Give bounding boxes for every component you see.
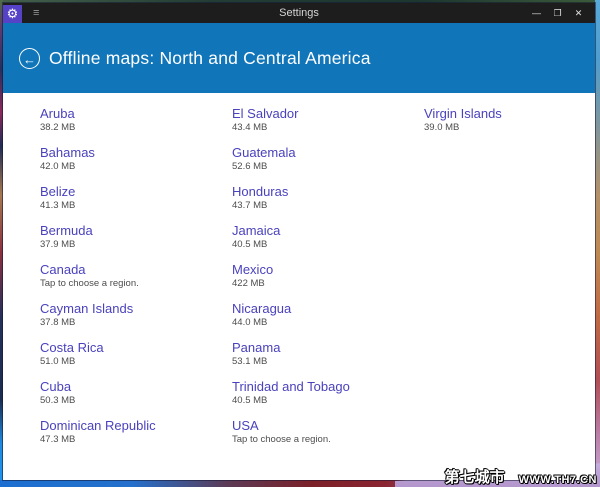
region-name[interactable]: Aruba [40,105,232,122]
desktop-wallpaper-right [595,0,600,487]
map-region-item[interactable]: Panama 53.1 MB [232,339,424,368]
region-size: 52.6 MB [232,161,268,172]
map-region-item[interactable]: Bermuda 37.9 MB [40,222,232,251]
region-size: 38.2 MB [40,122,76,133]
map-region-item[interactable]: Belize 41.3 MB [40,183,232,212]
map-region-item[interactable]: Mexico 422 MB [232,261,424,290]
region-name[interactable]: Honduras [232,183,424,200]
minimize-button[interactable]: — [526,3,547,23]
region-name[interactable]: Nicaragua [232,300,424,317]
region-size: Tap to choose a region. [232,434,331,445]
map-region-item[interactable]: Trinidad and Tobago 40.5 MB [232,378,424,407]
region-name[interactable]: Trinidad and Tobago [232,378,424,395]
region-name[interactable]: Mexico [232,261,424,278]
map-region-item[interactable]: Costa Rica 51.0 MB [40,339,232,368]
map-region-item[interactable]: Virgin Islands 39.0 MB [424,105,502,134]
region-column: El Salvador 43.4 MB Guatemala 52.6 MB Hondur… [232,105,424,480]
region-size: 43.7 MB [232,200,268,211]
map-region-item[interactable]: Canada Tap to choose a region. [40,261,232,290]
region-size: Tap to choose a region. [40,278,139,289]
region-size: 40.5 MB [232,239,268,250]
region-size: 53.1 MB [232,356,268,367]
region-name[interactable]: Panama [232,339,424,356]
map-region-item[interactable]: Dominican Republic 47.3 MB [40,417,232,446]
watermark-site-name: 第七城市 [444,469,505,486]
map-region-item[interactable]: El Salvador 43.4 MB [232,105,424,134]
region-name[interactable]: Dominican Republic [40,417,232,434]
region-column: Aruba 38.2 MB Bahamas 42.0 MB Belize 41.3 MB B… [40,105,232,480]
map-region-item[interactable]: Cayman Islands 37.8 MB [40,300,232,329]
map-region-item[interactable]: Jamaica 40.5 MB [232,222,424,251]
region-name[interactable]: Guatemala [232,144,424,161]
watermark-site-url: WWW.TH7.CN [518,474,597,486]
map-region-item[interactable]: Guatemala 52.6 MB [232,144,424,173]
map-region-item[interactable]: Bahamas 42.0 MB [40,144,232,173]
region-column: Virgin Islands 39.0 MB [424,105,502,480]
map-region-item[interactable]: Nicaragua 44.0 MB [232,300,424,329]
region-size: 37.9 MB [40,239,76,250]
region-size: 51.0 MB [40,356,76,367]
back-button[interactable]: ← [19,47,40,69]
region-name[interactable]: Bermuda [40,222,232,239]
window-controls: — ❐ ✕ [526,3,589,23]
titlebar: ⚙ ≡ Settings — ❐ ✕ [3,3,595,23]
menu-icon[interactable]: ≡ [33,3,39,23]
region-list: Aruba 38.2 MB Bahamas 42.0 MB Belize 41.3 MB B… [3,93,595,480]
close-button[interactable]: ✕ [568,3,589,23]
region-name[interactable]: El Salvador [232,105,424,122]
region-name[interactable]: Jamaica [232,222,424,239]
region-size: 422 MB [232,278,265,289]
region-size: 40.5 MB [232,395,268,406]
region-name[interactable]: USA [232,417,424,434]
settings-window: ⚙ ≡ Settings — ❐ ✕ ← Offline maps: North… [3,3,595,480]
maximize-button[interactable]: ❐ [547,3,568,23]
region-size: 42.0 MB [40,161,76,172]
window-title: Settings [279,7,319,19]
region-size: 50.3 MB [40,395,76,406]
region-name[interactable]: Bahamas [40,144,232,161]
region-name[interactable]: Canada [40,261,232,278]
region-size: 39.0 MB [424,122,460,133]
region-name[interactable]: Cuba [40,378,232,395]
page-header: ← Offline maps: North and Central Americ… [3,23,595,93]
region-size: 43.4 MB [232,122,268,133]
map-region-item[interactable]: USA Tap to choose a region. [232,417,424,446]
region-size: 41.3 MB [40,200,76,211]
page-title: Offline maps: North and Central America [49,47,371,68]
region-size: 44.0 MB [232,317,268,328]
region-name[interactable]: Costa Rica [40,339,232,356]
watermark: 第七城市 WWW.TH7.CN [445,470,597,487]
map-region-item[interactable]: Aruba 38.2 MB [40,105,232,134]
region-name[interactable]: Virgin Islands [424,105,502,122]
map-region-item[interactable]: Honduras 43.7 MB [232,183,424,212]
region-size: 37.8 MB [40,317,76,328]
region-size: 47.3 MB [40,434,76,445]
map-region-item[interactable]: Cuba 50.3 MB [40,378,232,407]
settings-gear-icon: ⚙ [3,4,22,23]
region-name[interactable]: Belize [40,183,232,200]
region-name[interactable]: Cayman Islands [40,300,232,317]
